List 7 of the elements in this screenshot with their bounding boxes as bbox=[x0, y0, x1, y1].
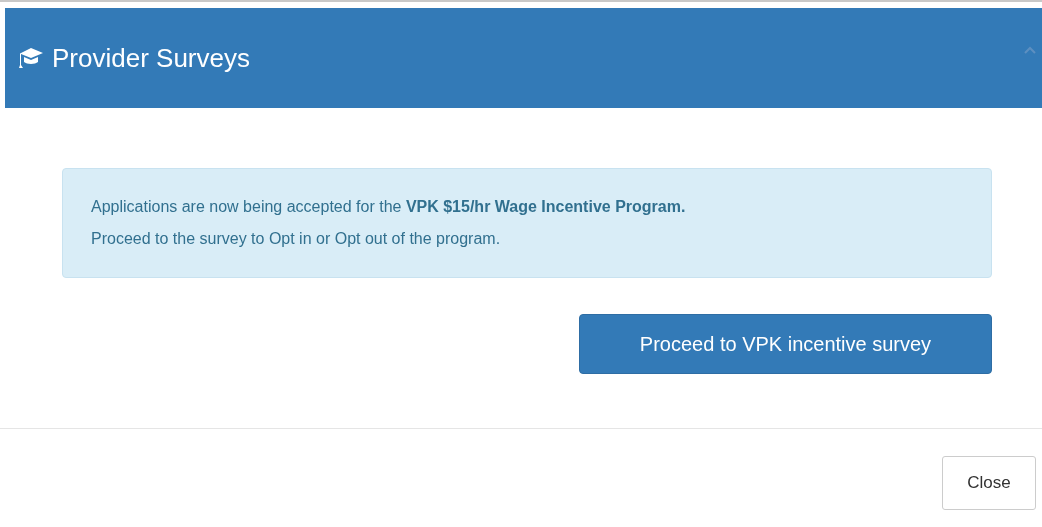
chevron-up-icon[interactable] bbox=[1024, 46, 1036, 54]
alert-text: Applications are now being accepted for the VPK $15/hr Wage Incentive Program. bbox=[91, 197, 687, 217]
modal-title: Provider Surveys bbox=[52, 42, 251, 74]
graduation-cap-icon bbox=[18, 47, 44, 69]
close-button[interactable]: Close bbox=[942, 456, 1036, 510]
alert-text: Proceed to the survey to Opt in or Opt out of the program. bbox=[91, 229, 502, 249]
proceed-survey-button[interactable]: Proceed to VPK incentive survey bbox=[579, 314, 992, 374]
